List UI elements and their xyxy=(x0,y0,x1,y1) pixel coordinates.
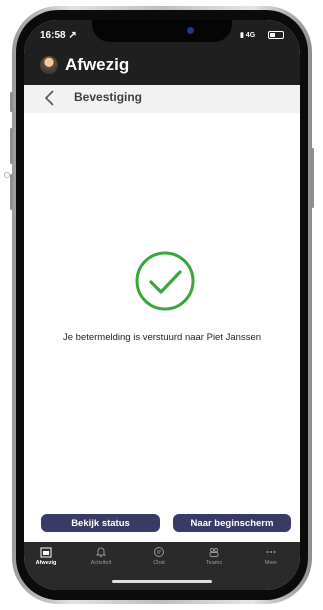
page-title: Afwezig xyxy=(65,55,130,74)
nav-title: Bevestiging xyxy=(74,90,143,104)
chat-icon xyxy=(154,547,164,557)
tab-teams[interactable]: Teams xyxy=(194,546,234,566)
bell-icon xyxy=(95,547,107,557)
tab-label: Meer xyxy=(264,560,278,566)
battery-icon xyxy=(268,31,284,39)
tab-chat[interactable]: Chat xyxy=(139,546,179,566)
tab-activiteit[interactable]: Activiteit xyxy=(81,546,121,566)
nav-bar xyxy=(24,85,300,113)
tab-label: Afwezig xyxy=(35,560,57,566)
side-button-3 xyxy=(10,174,13,210)
tab-afwezig[interactable]: Afwezig xyxy=(26,546,66,566)
avatar[interactable] xyxy=(40,56,58,74)
back-chevron-icon[interactable] xyxy=(44,90,55,106)
side-button-power xyxy=(311,148,314,208)
app-screen: 16:58 ↗ ▮ 4G Afwezig Bevestiging Je bete… xyxy=(24,20,300,590)
view-status-button[interactable]: Bekijk status xyxy=(41,514,160,532)
home-screen-button[interactable]: Naar beginscherm xyxy=(173,514,291,532)
more-icon xyxy=(266,551,276,553)
status-time: 16:58 ↗ xyxy=(40,30,77,41)
tab-label: Chat xyxy=(153,560,165,566)
home-indicator[interactable] xyxy=(112,580,212,583)
tab-label: Activiteit xyxy=(90,560,112,566)
side-button-2 xyxy=(10,128,13,164)
side-button-1 xyxy=(10,92,13,112)
confirmation-message: Je betermelding is verstuurd naar Piet J… xyxy=(62,332,262,343)
tab-meer[interactable]: Meer xyxy=(251,546,291,566)
teams-icon xyxy=(209,547,219,557)
network-signal: ▮ 4G xyxy=(240,31,255,39)
calendar-icon xyxy=(40,547,52,558)
success-check-icon xyxy=(135,251,195,311)
phone-notch xyxy=(92,20,232,42)
network-label: 4G xyxy=(245,32,256,39)
tab-label: Teams xyxy=(205,560,223,566)
camera-dot xyxy=(187,27,194,34)
